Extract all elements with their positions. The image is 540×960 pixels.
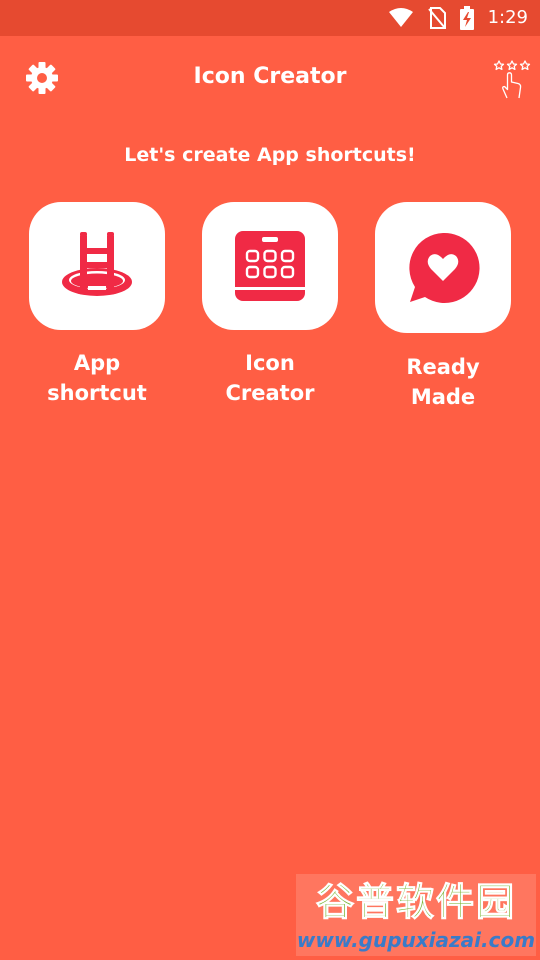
app-title: Icon Creator [193,64,347,89]
watermark-url: www.gupuxiazai.com [296,928,536,952]
subtitle: Let's create App shortcuts! [124,144,416,166]
watermark-text: 谷普软件园 [315,880,516,925]
battery-charging-icon [459,6,474,30]
ready-made-tile-box [375,202,511,333]
rate-button[interactable] [492,58,532,102]
icon-grid-icon [235,231,305,301]
ready-made-tile[interactable]: Ready Made [374,202,512,412]
icon-creator-tile[interactable]: Icon Creator [201,202,339,408]
heart-chat-icon [409,232,480,303]
no-sim-icon [427,7,446,29]
app-bar: Icon Creator [0,36,540,120]
status-icons: 1:29 [388,0,528,36]
icon-creator-tile-box [202,202,338,330]
wifi-icon [388,8,413,27]
ladder-icon [62,232,132,296]
app-shortcut-tile[interactable]: App shortcut [28,202,166,408]
watermark: 谷普软件园 www.gupuxiazai.com [296,874,536,956]
status-time: 1:29 [487,7,528,28]
app-shortcut-label: App shortcut [47,351,147,405]
rate-stars-hand-icon [493,60,531,99]
ready-made-label: Ready Made [406,355,480,409]
status-bar: 1:29 [0,0,540,36]
app-shortcut-tile-box [29,202,165,330]
icon-creator-label: Icon Creator [225,351,315,405]
